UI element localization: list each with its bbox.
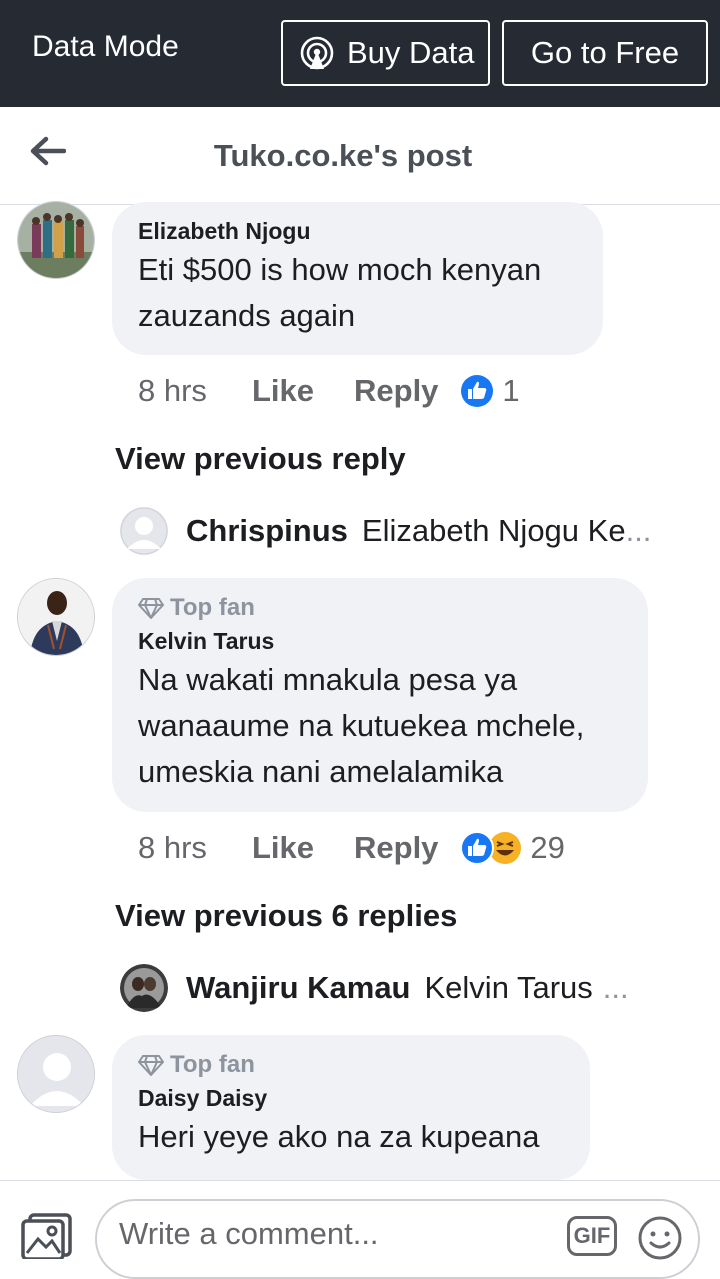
- reply-excerpt: Kelvin Tarus: [424, 970, 593, 1005]
- go-to-free-label: Go to Free: [530, 35, 680, 70]
- like-button[interactable]: Like: [252, 373, 354, 409]
- comment-text-line: Eti $500 is how moch kenyan: [138, 252, 542, 287]
- reply-ellipsis: ...: [625, 513, 652, 548]
- avatar[interactable]: [17, 201, 95, 279]
- page-title: Tuko.co.ke's post: [213, 138, 473, 173]
- view-previous-replies-link[interactable]: View previous reply: [115, 441, 406, 477]
- reply-author[interactable]: Wanjiru Kamau: [186, 970, 411, 1005]
- reply-author[interactable]: Chrispinus: [186, 513, 348, 548]
- comment-input-box[interactable]: GIF: [95, 1199, 700, 1279]
- comment-text-line: umeskia nani amelalamika: [138, 754, 504, 789]
- avatar[interactable]: [120, 507, 168, 555]
- like-button[interactable]: Like: [252, 830, 354, 866]
- comment-bubble[interactable]: Top fan Daisy Daisy Heri yeye ako na za …: [112, 1035, 590, 1180]
- emoji-icon[interactable]: [637, 1215, 683, 1261]
- data-mode-bar: Data Mode Buy Data Go to Free: [0, 0, 720, 107]
- photo-icon[interactable]: [20, 1213, 74, 1259]
- gif-label: GIF: [573, 1223, 611, 1248]
- data-mode-label: Data Mode: [32, 30, 179, 63]
- comment-text-line: wanaaume na kutuekea mchele,: [138, 708, 585, 743]
- comment-bubble[interactable]: Elizabeth Njogu Eti $500 is how moch ken…: [112, 202, 603, 355]
- buy-data-label: Buy Data: [347, 35, 475, 70]
- post-header: Tuko.co.ke's post: [0, 107, 720, 205]
- comment-actions: 8 hrs Like Reply 1: [138, 373, 520, 409]
- comment-author[interactable]: Kelvin Tarus: [138, 628, 624, 655]
- reply-ellipsis: ...: [602, 970, 629, 1005]
- comment-input[interactable]: [117, 1215, 541, 1253]
- latest-reply[interactable]: Chrispinus Elizabeth Njogu Ke...: [186, 513, 651, 549]
- top-fan-badge: Top fan: [138, 1049, 566, 1081]
- top-fan-label: Top fan: [170, 1051, 255, 1078]
- comment-actions: 8 hrs Like Reply 29: [138, 830, 565, 866]
- comment-author[interactable]: Elizabeth Njogu: [138, 218, 579, 245]
- top-fan-label: Top fan: [170, 594, 255, 621]
- reply-button[interactable]: Reply: [354, 830, 438, 866]
- like-haha-reactions-icon[interactable]: [460, 831, 522, 865]
- broadcast-icon: [300, 36, 334, 70]
- avatar[interactable]: [17, 1035, 95, 1113]
- comment-composer: GIF: [0, 1180, 720, 1279]
- comment-text-line: zauzands again: [138, 298, 356, 333]
- reaction-count[interactable]: 1: [502, 373, 519, 409]
- man-portrait-avatar-icon: [18, 579, 94, 655]
- comment-time[interactable]: 8 hrs: [138, 830, 252, 866]
- comment-bubble[interactable]: Top fan Kelvin Tarus Na wakati mnakula p…: [112, 578, 648, 812]
- comment-time[interactable]: 8 hrs: [138, 373, 252, 409]
- gif-button[interactable]: GIF: [567, 1216, 617, 1256]
- latest-reply[interactable]: Wanjiru Kamau Kelvin Tarus...: [186, 970, 629, 1006]
- avatar[interactable]: [120, 964, 168, 1012]
- comment-author[interactable]: Daisy Daisy: [138, 1085, 566, 1112]
- comment-text-line: Na wakati mnakula pesa ya: [138, 662, 518, 697]
- reaction-count[interactable]: 29: [530, 830, 564, 866]
- reply-button[interactable]: Reply: [354, 373, 438, 409]
- buy-data-button[interactable]: Buy Data: [281, 20, 490, 86]
- default-user-icon: [18, 1036, 94, 1112]
- diamond-icon: [138, 1055, 164, 1076]
- reply-excerpt: Elizabeth Njogu Ke: [361, 513, 626, 548]
- diamond-icon: [138, 598, 164, 619]
- go-to-free-button[interactable]: Go to Free: [502, 20, 708, 86]
- default-user-icon: [120, 507, 168, 555]
- avatar[interactable]: [17, 578, 95, 656]
- couple-photo-avatar-icon: [120, 964, 168, 1012]
- comment-text-line: Heri yeye ako na za kupeana: [138, 1119, 540, 1154]
- group-photo-avatar-icon: [18, 202, 94, 278]
- view-previous-replies-link[interactable]: View previous 6 replies: [115, 898, 457, 934]
- like-reaction-icon[interactable]: [460, 374, 494, 408]
- top-fan-badge: Top fan: [138, 592, 624, 624]
